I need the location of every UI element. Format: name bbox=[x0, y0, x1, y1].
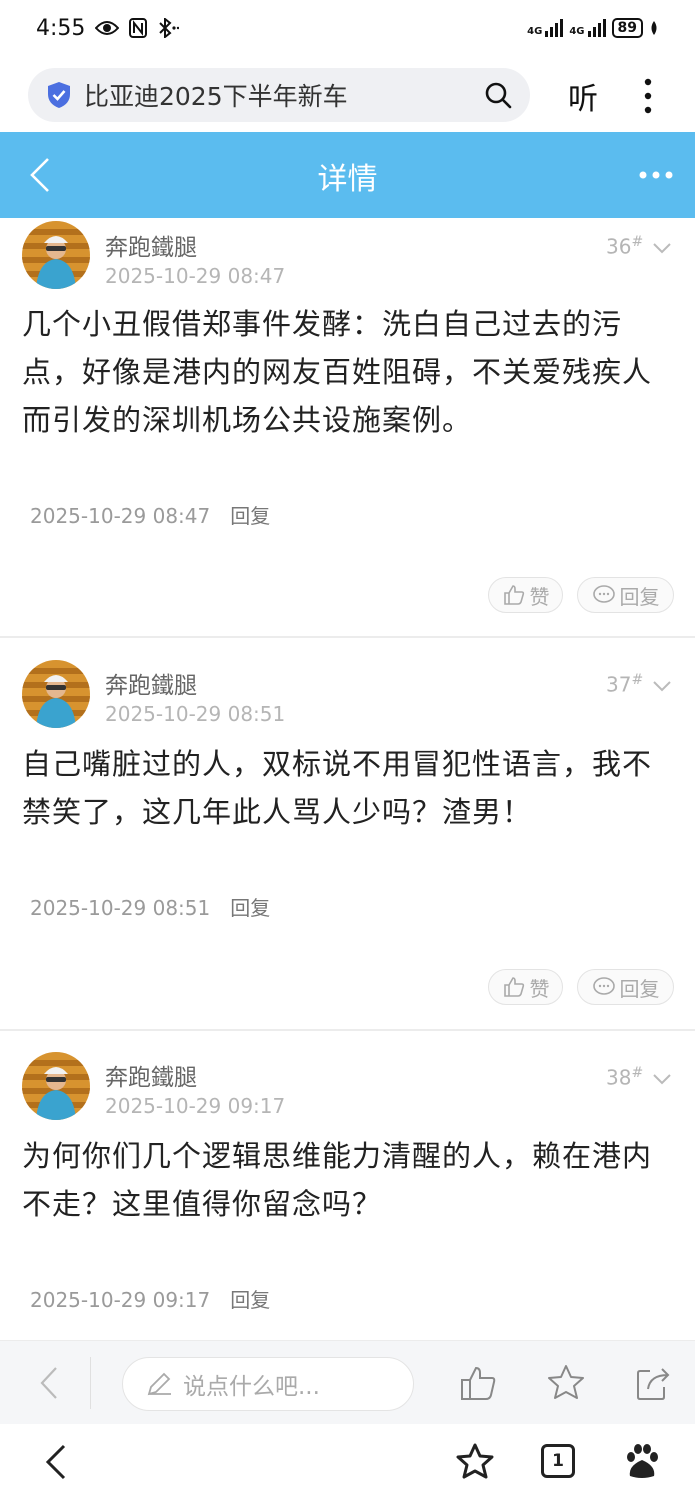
comment-text: 自己嘴脏过的人，双标说不用冒犯性语言，我不禁笑了，这几年此人骂人少吗？渣男！ bbox=[22, 747, 653, 829]
comment-toolbar: 说点什么吧... bbox=[0, 1340, 695, 1424]
more-horizontal-icon[interactable] bbox=[638, 170, 674, 180]
back-arrow-icon[interactable] bbox=[36, 1442, 76, 1482]
reply-button[interactable]: 回复 bbox=[577, 969, 674, 1005]
floor-number: 36# bbox=[606, 234, 644, 259]
signal-icon: 4G bbox=[527, 19, 564, 37]
divider bbox=[90, 1357, 91, 1409]
comment-item: 奔跑鐵腿 2025-10-29 09:17 38# 为何你们几个逻辑思维能力清醒… bbox=[0, 1031, 695, 1340]
floor-number: 37# bbox=[606, 672, 644, 697]
thumbs-up-icon bbox=[503, 977, 524, 997]
reply-link[interactable]: 回复 bbox=[230, 504, 270, 528]
shield-icon bbox=[48, 82, 70, 108]
search-icon[interactable] bbox=[484, 81, 512, 109]
comment-bubble-icon bbox=[592, 977, 615, 995]
comment-item: 奔跑鐵腿 2025-10-29 08:47 36# 几个小丑假借郑事件发酵：洗白… bbox=[0, 218, 695, 638]
baidu-paw-icon[interactable] bbox=[622, 1442, 662, 1482]
comment-username[interactable]: 奔跑鐵腿 bbox=[105, 228, 197, 262]
comment-meta: 2025-10-29 08:51 回复 bbox=[30, 896, 271, 920]
status-bar: 4:55 4G 4G 89 bbox=[0, 0, 695, 56]
comment-timestamp: 2025-10-29 09:17 bbox=[105, 1094, 286, 1118]
reply-button[interactable]: 回复 bbox=[577, 577, 674, 613]
tabs-button[interactable]: 1 bbox=[541, 1444, 575, 1478]
battery-icon: 89 bbox=[611, 18, 643, 38]
comment-meta: 2025-10-29 09:17 回复 bbox=[30, 1288, 271, 1312]
search-query: 比亚迪2025下半年新车 bbox=[84, 82, 348, 111]
chevron-down-icon[interactable] bbox=[652, 680, 672, 692]
comment-list: 奔跑鐵腿 2025-10-29 08:47 36# 几个小丑假借郑事件发酵：洗白… bbox=[0, 218, 695, 1340]
like-button[interactable]: 赞 bbox=[488, 577, 563, 613]
nfc-icon bbox=[129, 18, 148, 38]
comment-item: 奔跑鐵腿 2025-10-29 08:51 37# 自己嘴脏过的人，双标说不用冒… bbox=[0, 638, 695, 1031]
eye-icon bbox=[95, 21, 120, 35]
star-icon[interactable] bbox=[546, 1363, 586, 1403]
more-vertical-icon[interactable] bbox=[640, 78, 656, 114]
like-button[interactable]: 赞 bbox=[488, 969, 563, 1005]
thumbs-up-icon[interactable] bbox=[458, 1363, 498, 1403]
browser-bar: 比亚迪2025下半年新车 听 bbox=[0, 56, 695, 132]
avatar[interactable] bbox=[22, 660, 90, 728]
status-time: 4:55 bbox=[36, 15, 86, 41]
signal-icon-2: 4G bbox=[569, 19, 606, 37]
share-icon[interactable] bbox=[634, 1363, 674, 1403]
status-left: 4:55 bbox=[36, 15, 180, 41]
bluetooth-icon bbox=[159, 18, 180, 38]
floor-number: 38# bbox=[606, 1065, 644, 1090]
avatar[interactable] bbox=[22, 1052, 90, 1120]
bookmark-star-icon[interactable] bbox=[455, 1442, 495, 1482]
chevron-down-icon[interactable] bbox=[652, 242, 672, 254]
search-box[interactable]: 比亚迪2025下半年新车 bbox=[28, 68, 530, 122]
comment-text: 为何你们几个逻辑思维能力清醒的人，赖在港内不走？这里值得你留念吗？ bbox=[22, 1139, 653, 1221]
comment-input[interactable]: 说点什么吧... bbox=[122, 1357, 414, 1411]
page-header: 详情 bbox=[0, 132, 695, 218]
comment-text: 几个小丑假借郑事件发酵：洗白自己过去的污点，好像是港内的网友百姓阻碍，不关爱残疾… bbox=[22, 307, 653, 437]
comment-username[interactable]: 奔跑鐵腿 bbox=[105, 1058, 197, 1092]
leaf-icon bbox=[651, 21, 657, 35]
pencil-icon bbox=[147, 1372, 171, 1396]
reply-link[interactable]: 回复 bbox=[230, 1288, 270, 1312]
back-arrow-icon[interactable] bbox=[38, 1365, 60, 1401]
comment-timestamp: 2025-10-29 08:51 bbox=[105, 702, 286, 726]
comment-username[interactable]: 奔跑鐵腿 bbox=[105, 666, 197, 700]
thumbs-up-icon bbox=[503, 585, 524, 605]
comment-timestamp: 2025-10-29 08:47 bbox=[105, 264, 286, 288]
browser-navbar: 1 bbox=[0, 1424, 695, 1500]
listen-button[interactable]: 听 bbox=[568, 74, 598, 118]
reply-link[interactable]: 回复 bbox=[230, 896, 270, 920]
avatar[interactable] bbox=[22, 221, 90, 289]
chevron-down-icon[interactable] bbox=[652, 1073, 672, 1085]
comment-meta: 2025-10-29 08:47 回复 bbox=[30, 504, 271, 528]
page-title: 详情 bbox=[317, 162, 378, 197]
comment-bubble-icon bbox=[592, 585, 615, 603]
status-right: 4G 4G 89 bbox=[527, 18, 659, 38]
